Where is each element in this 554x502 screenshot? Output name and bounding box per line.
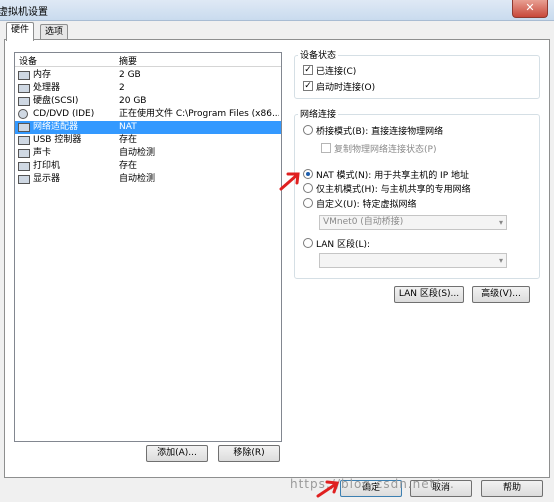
- chevron-down-icon: ▾: [498, 256, 503, 265]
- device-summary: 2 GB: [119, 70, 141, 80]
- replicate-state-label: 复制物理网络连接状态(P): [334, 145, 437, 155]
- device-row-sound-card[interactable]: 声卡 自动检测: [15, 147, 281, 160]
- device-row-monitor[interactable]: 显示器 自动检测: [15, 173, 281, 186]
- hard-disk-icon: [18, 97, 30, 106]
- tab-hardware[interactable]: 硬件: [6, 22, 35, 41]
- device-summary: 存在: [119, 135, 138, 145]
- close-button[interactable]: ✕: [512, 0, 548, 18]
- custom-network-select[interactable]: VMnet0 (自动桥接) ▾: [319, 215, 507, 230]
- custom-network-select-value: VMnet0 (自动桥接): [323, 217, 404, 227]
- device-summary: 自动检测: [119, 148, 156, 158]
- bridged-mode-label: 桥接模式(B): 直接连接物理网络: [316, 127, 444, 137]
- device-row-hard-disk[interactable]: 硬盘(SCSI) 20 GB: [15, 95, 281, 108]
- connected-checkbox[interactable]: ✓: [303, 65, 313, 75]
- advanced-button[interactable]: 高级(V)...: [472, 286, 530, 303]
- device-name: 声卡: [33, 148, 52, 158]
- bridged-mode-radio[interactable]: [303, 125, 313, 135]
- connected-label: 已连接(C): [316, 67, 357, 77]
- device-name: CD/DVD (IDE): [33, 109, 95, 119]
- device-name: 打印机: [33, 161, 61, 171]
- device-summary: 20 GB: [119, 96, 147, 106]
- lan-segment-radio[interactable]: [303, 238, 313, 248]
- column-header-device[interactable]: 设备: [19, 54, 37, 67]
- column-header-summary[interactable]: 摘要: [119, 54, 137, 67]
- add-device-button[interactable]: 添加(A)...: [146, 445, 208, 462]
- sound-card-icon: [18, 149, 30, 158]
- lan-segment-label: LAN 区段(L):: [316, 240, 371, 250]
- cd-dvd-icon: [18, 109, 28, 119]
- device-summary: 存在: [119, 161, 138, 171]
- device-list-header: 设备 摘要: [15, 53, 281, 67]
- usb-icon: [18, 136, 30, 145]
- device-row-memory[interactable]: 内存 2 GB: [15, 69, 281, 82]
- device-name: 网络适配器: [33, 122, 79, 132]
- connect-at-power-on-label: 启动时连接(O): [316, 83, 376, 93]
- device-status-title: 设备状态: [298, 48, 339, 61]
- device-row-processor[interactable]: 处理器 2: [15, 82, 281, 95]
- device-summary: 自动检测: [119, 174, 156, 184]
- device-row-printer[interactable]: 打印机 存在: [15, 160, 281, 173]
- device-row-network-adapter[interactable]: 网络适配器 NAT: [15, 121, 281, 134]
- tab-options[interactable]: 选项: [40, 24, 69, 40]
- cpu-icon: [18, 84, 30, 93]
- device-row-cd-dvd[interactable]: CD/DVD (IDE) 正在使用文件 C:\Program Files (x8…: [15, 108, 281, 121]
- watermark-text: https://blog.csdn.net/...: [290, 477, 455, 491]
- lan-segments-button[interactable]: LAN 区段(S)...: [394, 286, 464, 303]
- device-summary: NAT: [119, 122, 137, 132]
- memory-icon: [18, 71, 30, 80]
- help-button[interactable]: 帮助: [481, 480, 543, 497]
- host-only-mode-radio[interactable]: [303, 183, 313, 193]
- replicate-state-checkbox[interactable]: [321, 143, 331, 153]
- device-summary: 正在使用文件 C:\Program Files (x86...: [119, 109, 279, 119]
- printer-icon: [18, 162, 30, 171]
- remove-device-button[interactable]: 移除(R): [218, 445, 280, 462]
- host-only-mode-label: 仅主机模式(H): 与主机共享的专用网络: [316, 185, 471, 195]
- monitor-icon: [18, 175, 30, 184]
- device-name: 硬盘(SCSI): [33, 96, 79, 106]
- device-name: USB 控制器: [33, 135, 82, 145]
- device-summary: 2: [119, 83, 125, 93]
- network-connection-title: 网络连接: [298, 107, 339, 120]
- connect-at-power-on-checkbox[interactable]: ✓: [303, 81, 313, 91]
- chevron-down-icon: ▾: [498, 218, 503, 227]
- lan-segment-select[interactable]: ▾: [319, 253, 507, 268]
- device-name: 处理器: [33, 83, 61, 93]
- device-name: 内存: [33, 70, 52, 80]
- device-list[interactable]: 设备 摘要 内存 2 GB 处理器 2 硬盘(SCSI) 20 GB CD/DV…: [14, 52, 282, 442]
- title-bar: 虚拟机设置 ✕: [0, 0, 554, 21]
- device-name: 显示器: [33, 174, 61, 184]
- custom-network-radio[interactable]: [303, 198, 313, 208]
- custom-network-label: 自定义(U): 特定虚拟网络: [316, 200, 417, 210]
- window-title: 虚拟机设置: [0, 7, 48, 18]
- network-adapter-icon: [18, 123, 30, 132]
- nat-mode-radio[interactable]: [303, 169, 313, 179]
- device-row-usb-controller[interactable]: USB 控制器 存在: [15, 134, 281, 147]
- nat-mode-label: NAT 模式(N): 用于共享主机的 IP 地址: [316, 171, 470, 181]
